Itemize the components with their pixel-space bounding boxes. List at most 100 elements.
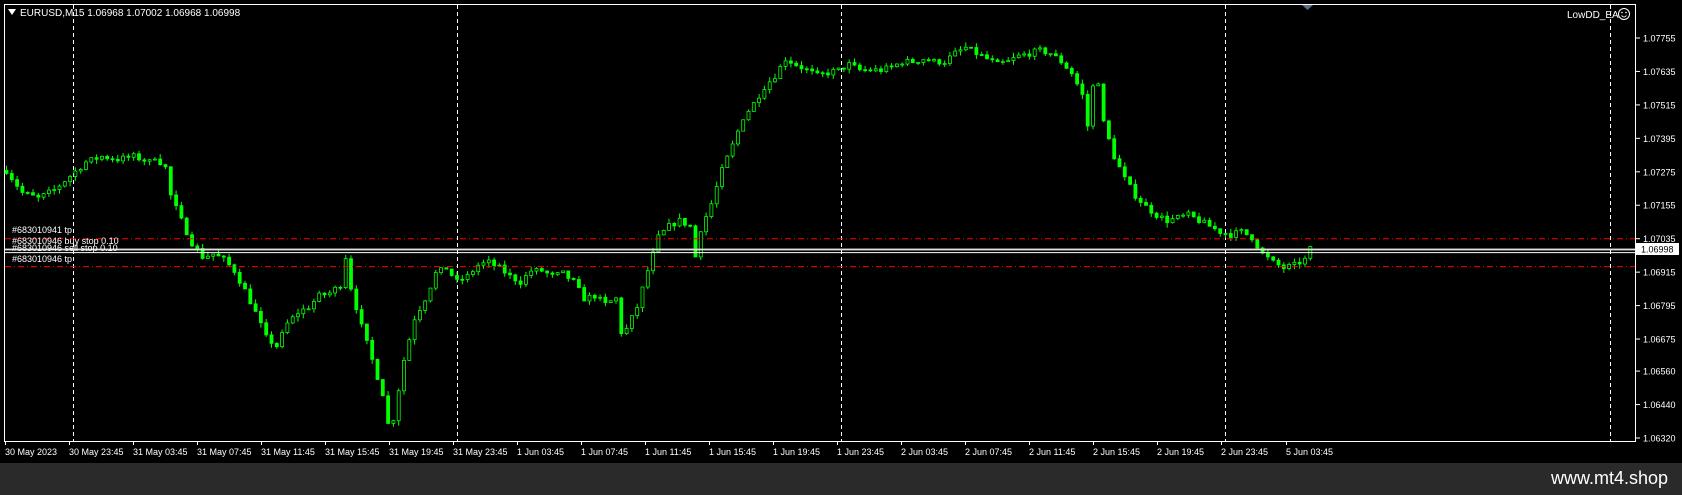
candle-body xyxy=(1186,211,1191,216)
candle-body xyxy=(343,258,348,288)
candle-body xyxy=(174,194,179,207)
candle-body xyxy=(1297,261,1302,265)
candle-body xyxy=(910,58,915,64)
candle-body xyxy=(115,158,120,162)
candle-body xyxy=(608,300,613,303)
time-tick-label: 31 May 23:45 xyxy=(453,447,508,457)
candle-body xyxy=(667,223,671,231)
candle-body xyxy=(184,217,189,236)
candle-body xyxy=(963,46,968,51)
time-tick-label: 1 Jun 19:45 xyxy=(773,447,820,457)
candle-body xyxy=(1239,229,1244,232)
candle-body xyxy=(36,194,41,198)
order-label-sell-stop[interactable]: #683010946 sell stop 0.10 xyxy=(12,243,118,253)
candle-body xyxy=(296,313,300,318)
candle-body xyxy=(582,287,587,302)
candle-body xyxy=(895,63,899,68)
candle-body xyxy=(842,67,846,70)
candle-body xyxy=(767,81,772,90)
candle-body xyxy=(1022,53,1026,56)
candle-body xyxy=(757,97,761,104)
order-label-tp2[interactable]: #683010946 tp xyxy=(12,254,72,264)
plot-border xyxy=(4,4,1636,442)
candle-body xyxy=(905,58,910,65)
candle-body xyxy=(624,328,629,335)
candle-body xyxy=(683,217,687,226)
candle-body xyxy=(52,189,57,191)
candle-body xyxy=(820,72,825,75)
candle-body xyxy=(444,267,449,270)
candle-body xyxy=(243,282,247,290)
candle-body xyxy=(1064,62,1069,69)
candle-body xyxy=(688,224,693,227)
candle-body xyxy=(630,315,634,329)
candle-body xyxy=(211,253,216,257)
candle-body xyxy=(412,319,417,341)
candle-body xyxy=(1128,176,1132,185)
candle-body xyxy=(1218,228,1223,234)
candle-body xyxy=(1080,83,1085,95)
price-tick-label: 1.07035 xyxy=(1643,234,1676,244)
candle-body xyxy=(1032,48,1037,57)
candle-body xyxy=(20,185,25,193)
candle-body xyxy=(661,229,666,236)
day-separators xyxy=(73,5,1611,441)
candle-body xyxy=(1085,93,1090,127)
price-tick-label: 1.06675 xyxy=(1643,335,1676,345)
candle-body xyxy=(704,216,708,233)
candle-body xyxy=(147,159,152,162)
candle-body xyxy=(433,272,438,289)
price-tick-label: 1.06915 xyxy=(1643,268,1676,278)
candle-body xyxy=(1207,219,1212,227)
candle-body xyxy=(640,286,645,308)
candle-body xyxy=(1138,197,1143,203)
ea-name-label[interactable]: LowDD_EA xyxy=(1567,10,1619,21)
time-tick-label: 30 May 2023 xyxy=(5,447,57,457)
candle-body xyxy=(1133,183,1138,199)
time-tick-label: 2 Jun 19:45 xyxy=(1157,447,1204,457)
candle-body xyxy=(619,297,624,335)
candle-body xyxy=(725,155,730,168)
candle-body xyxy=(84,161,88,170)
price-tick-label: 1.07275 xyxy=(1643,167,1676,177)
smiley-icon[interactable] xyxy=(1618,8,1630,20)
candle-body xyxy=(439,267,444,274)
candle-body xyxy=(417,310,422,321)
candle-body xyxy=(863,69,867,72)
candle-body xyxy=(311,301,316,310)
candle-body xyxy=(804,68,809,71)
candle-body xyxy=(884,65,889,72)
candle-body xyxy=(1149,204,1154,214)
candle-body xyxy=(948,55,952,64)
candle-body xyxy=(571,277,576,280)
chart-window[interactable]: #683010941 tp #683010946 buy stop 0.10 #… xyxy=(0,0,1682,463)
candle-body xyxy=(386,395,391,424)
candle-body xyxy=(221,255,226,258)
candle-body xyxy=(985,54,989,60)
candle-body xyxy=(317,292,322,302)
price-chart[interactable]: #683010941 tp #683010946 buy stop 0.10 #… xyxy=(0,0,1682,463)
time-tick-label: 31 May 11:45 xyxy=(261,447,315,457)
candle-body xyxy=(926,59,931,62)
candle-body xyxy=(1027,53,1032,57)
candle-body xyxy=(168,166,173,196)
candle-body xyxy=(68,176,72,183)
candle-body xyxy=(1175,215,1180,219)
candle-body xyxy=(969,46,973,49)
candle-body xyxy=(736,130,740,145)
candle-body xyxy=(1234,230,1238,238)
candle-body xyxy=(1144,202,1148,206)
chart-shift-marker-icon[interactable] xyxy=(1302,5,1313,10)
candle-body xyxy=(751,102,756,112)
candle-body xyxy=(41,193,46,198)
candle-body xyxy=(4,170,9,174)
candle-body xyxy=(889,65,894,68)
order-label-tp1[interactable]: #683010941 tp xyxy=(12,225,72,235)
price-tick-label: 1.07635 xyxy=(1643,67,1676,77)
candle-body xyxy=(100,155,104,160)
candle-body xyxy=(836,67,841,70)
candle-body xyxy=(306,308,311,311)
price-tick-label: 1.06560 xyxy=(1643,367,1676,377)
triangle-down-icon[interactable] xyxy=(8,9,16,15)
candle-body xyxy=(916,62,920,64)
